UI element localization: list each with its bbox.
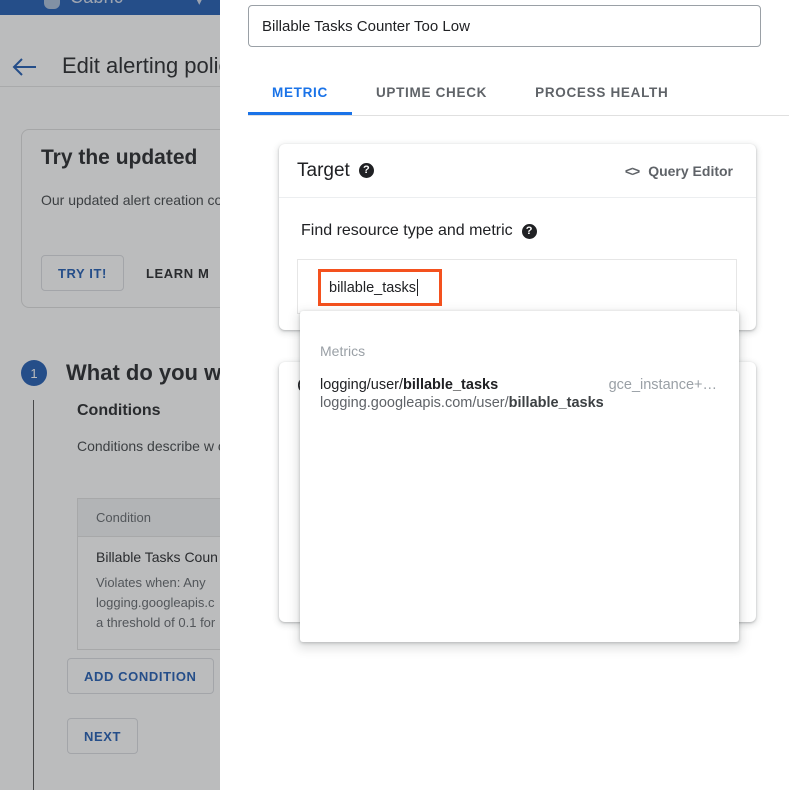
find-metric-input-value: billable_tasks	[329, 279, 417, 296]
suggestion-secondary-text: logging.googleapis.com/user/billable_tas…	[320, 395, 719, 411]
suggestion-primary-prefix: logging/user/	[320, 377, 404, 393]
find-metric-label: Find resource type and metric	[301, 222, 513, 239]
suggestion-row-top: logging/user/billable_tasks gce_instance…	[320, 377, 719, 393]
find-metric-label-group: Find resource type and metric ?	[301, 222, 537, 240]
condition-editor-dialog: METRIC UPTIME CHECK PROCESS HEALTH C Tar…	[220, 0, 789, 790]
condition-type-tabs: METRIC UPTIME CHECK PROCESS HEALTH	[248, 70, 789, 116]
tab-process-health[interactable]: PROCESS HEALTH	[511, 70, 692, 115]
metric-suggestions-dropdown[interactable]: Metrics logging/user/billable_tasks gce_…	[300, 311, 739, 642]
suggestion-primary-text: logging/user/billable_tasks	[320, 377, 498, 393]
target-card: Target ? <> Query Editor Find resource t…	[279, 144, 756, 330]
query-editor-button[interactable]: <> Query Editor	[625, 163, 733, 179]
find-metric-input-highlight[interactable]: billable_tasks	[318, 269, 442, 306]
screen-root: Cabhc ▾ Edit alerting policy Try the upd…	[0, 0, 789, 790]
suggestion-primary-match: billable_tasks	[403, 377, 499, 393]
tab-uptime-check[interactable]: UPTIME CHECK	[352, 70, 511, 115]
policy-name-input[interactable]	[248, 5, 761, 47]
help-icon[interactable]: ?	[358, 163, 374, 178]
code-brackets-icon: <>	[624, 162, 640, 179]
target-title-group: Target ?	[297, 160, 374, 182]
suggestions-group-label: Metrics	[320, 343, 366, 359]
tab-metric[interactable]: METRIC	[248, 70, 352, 115]
suggestion-secondary-prefix: logging.googleapis.com/user/	[320, 395, 509, 411]
suggestion-resource-type: gce_instance+…	[608, 377, 717, 393]
suggestion-secondary-match: billable_tasks	[508, 395, 604, 411]
target-title-text: Target	[297, 159, 350, 181]
query-editor-label: Query Editor	[648, 162, 733, 179]
find-metric-field[interactable]: billable_tasks	[297, 259, 737, 314]
text-cursor	[417, 279, 419, 296]
target-card-header: Target ? <> Query Editor	[279, 144, 756, 198]
list-item[interactable]: logging/user/billable_tasks gce_instance…	[300, 374, 739, 419]
help-icon[interactable]: ?	[521, 223, 537, 239]
